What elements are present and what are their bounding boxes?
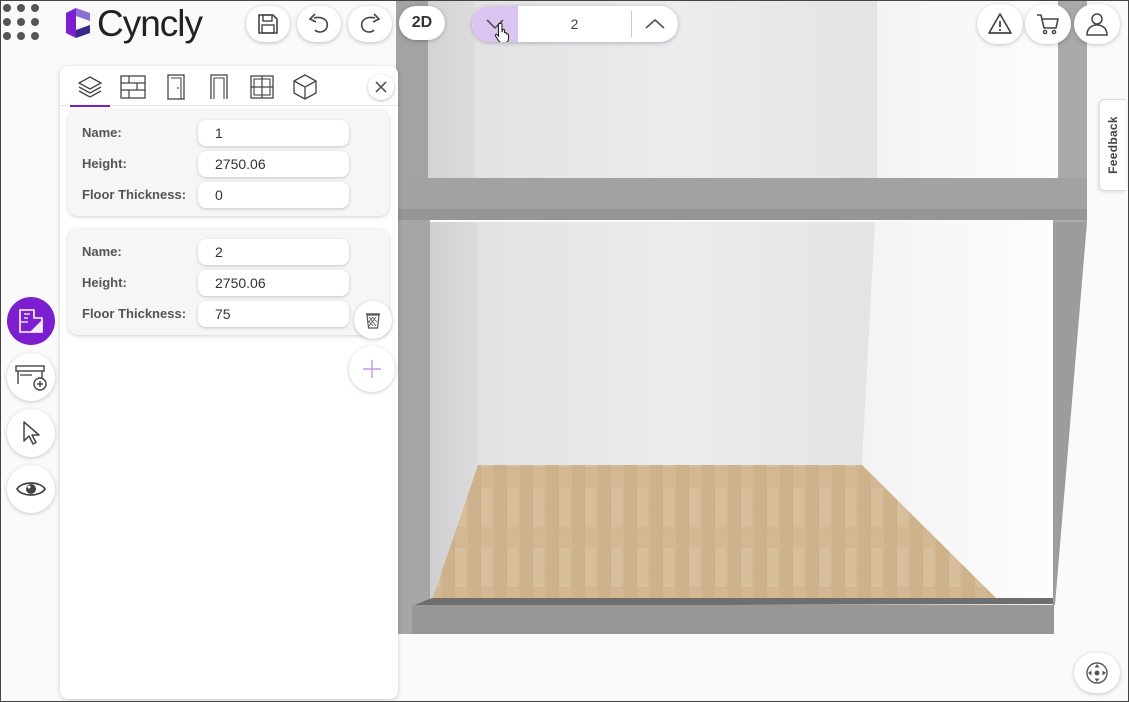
cyncly-logo-icon [66,8,90,38]
save-button[interactable] [246,6,290,42]
current-floor-value: 2 [518,11,632,37]
floor-1-name-input[interactable]: 1 [198,120,349,146]
name-label: Name: [82,244,122,259]
warnings-button[interactable] [977,4,1023,44]
floor-2-height-row: Height: 2750.06 [82,270,372,296]
floor-card-2: Name: 2 Height: 2750.06 Floor Thickness:… [68,229,389,335]
visibility-tool-button[interactable] [7,465,55,513]
bottom-slab-edge [412,605,1054,634]
delete-floor-button[interactable] [354,301,392,339]
floor-thickness-label: Floor Thickness: [82,187,187,202]
layers-icon [77,76,103,98]
undo-arrow-icon [308,13,329,33]
floppy-disk-icon [258,14,278,34]
floor-2-name-input[interactable]: 2 [198,239,349,265]
slab-edge [398,209,1087,220]
select-tool-button[interactable] [7,409,55,457]
tab-doors[interactable] [156,70,196,104]
wall-icon [120,75,146,99]
add-cabinet-icon [15,365,47,391]
name-label: Name: [82,125,122,140]
floor-1-name-row: Name: 1 [82,120,372,146]
floor-2-name-row: Name: 2 [82,239,372,265]
floor-up-button[interactable] [632,6,678,42]
tab-objects[interactable] [285,70,325,104]
floor-selector: 2 [472,6,678,42]
bottom-slab-top [412,598,1053,606]
height-label: Height: [82,156,127,171]
floor-plan-tool-button[interactable] [7,297,55,345]
window-icon [250,75,274,99]
close-icon [375,81,387,93]
undo-button[interactable] [297,6,341,42]
floor-2-height-input[interactable]: 2750.06 [198,270,349,296]
floor-1-thickness-input[interactable]: 0 [198,182,349,208]
tab-windows[interactable] [242,70,282,104]
user-profile-button[interactable] [1074,4,1120,44]
user-profile-icon [1086,13,1108,36]
floor-down-button[interactable] [472,6,518,42]
panel-tabs [60,66,398,107]
tab-walls[interactable] [113,70,153,104]
slab-top [398,178,1087,209]
floor-card-1: Name: 1 Height: 2750.06 Floor Thickness:… [68,110,389,216]
floor-thickness-label: Floor Thickness: [82,306,187,321]
redo-arrow-icon [360,13,381,33]
opening-icon [210,74,228,99]
tab-openings[interactable] [199,70,239,104]
door-icon [167,74,185,100]
brand-name: Cyncly [97,2,203,44]
floor-2-thickness-row: Floor Thickness: 75 [82,301,372,327]
warning-triangle-icon [988,13,1012,34]
add-floor-button[interactable] [349,346,395,392]
floors-panel: Name: 1 Height: 2750.06 Floor Thickness:… [60,66,398,699]
shopping-cart-icon [1037,14,1059,35]
floor-1-height-input[interactable]: 2750.06 [198,151,349,177]
plus-icon [363,360,381,378]
chevron-up-icon [645,18,665,29]
floor-2-thickness-input[interactable]: 75 [198,301,349,327]
add-cabinet-tool-button[interactable] [7,353,55,401]
redo-button[interactable] [348,6,392,42]
feedback-label: Feedback [1106,116,1121,174]
trash-icon [366,313,380,329]
floor-1-thickness-row: Floor Thickness: 0 [82,182,372,208]
orbit-navigation-button[interactable] [1074,653,1120,693]
brand-logo: Cyncly [62,2,203,44]
cursor-pointer-icon [23,421,40,445]
eye-icon [15,482,47,496]
lower-back-wall [478,222,875,465]
panel-close-button[interactable] [368,74,394,100]
height-label: Height: [82,275,127,290]
apps-grid-icon[interactable] [3,4,43,44]
orbit-navigation-icon [1086,662,1108,684]
view-2d-button[interactable]: 2D [399,6,445,40]
floor-plan-icon [19,309,43,333]
feedback-tab[interactable]: Feedback [1099,99,1126,191]
cart-button[interactable] [1025,4,1071,44]
lower-left-post [398,220,430,634]
tab-layers[interactable] [70,70,110,107]
hand-cursor-icon [494,22,510,42]
floor-1-height-row: Height: 2750.06 [82,151,372,177]
cube-icon [293,74,317,100]
